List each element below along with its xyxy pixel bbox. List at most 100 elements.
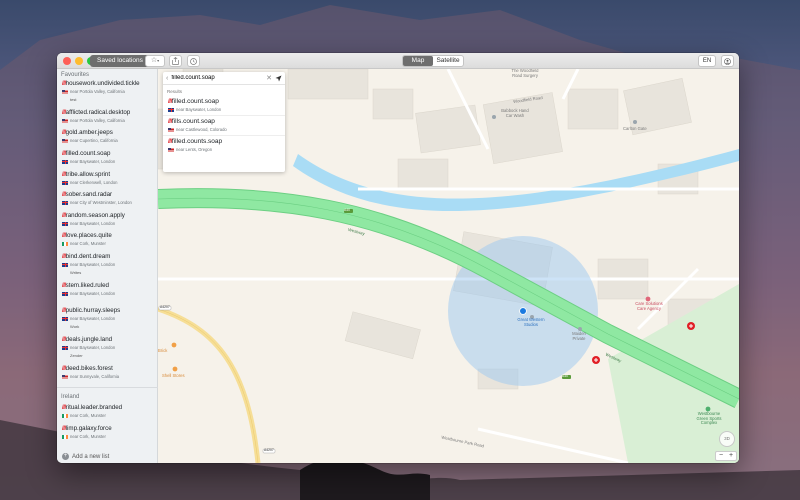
address-text: housework.undivided.tickle [65,80,140,87]
search-result[interactable]: ///filled.counts.soap near Lents, Oregon [163,136,285,155]
uk-flag-icon [62,180,68,185]
zoom-out-button[interactable]: − [716,452,726,460]
address-text: random.season.apply [65,212,125,219]
near-text: near Bayswater, London [70,159,116,164]
list-item[interactable]: ///housework.undivided.tickle near Porto… [57,80,158,102]
list-item[interactable]: ///public.hurray.sleeps near Bayswater, … [57,307,158,329]
near-text: near Bayswater, London [70,262,116,267]
search-result[interactable]: ///fills.count.soap near Castlewood, Col… [163,116,285,136]
note-text: Writes [70,270,82,275]
saved-locations-sidebar: Favourites ///housework.undivided.tickle… [57,69,158,463]
section-divider [57,387,158,388]
list-item[interactable]: ///random.season.apply near Bayswater, L… [57,212,158,226]
near-text: near Bayswater, London [70,221,116,226]
uk-flag-icon [62,316,68,321]
results-label: Results [167,89,183,94]
poi-label-brick: Brick [158,348,168,353]
us-flag-icon [62,138,68,143]
uk-flag-icon [62,291,68,296]
clear-icon[interactable]: ✕ [266,74,272,82]
plus-icon: + [62,453,69,460]
list-item[interactable]: ///deals.jungle.land near Bayswater, Lon… [57,336,158,358]
list-item[interactable]: ///filled.count.soap near Bayswater, Lon… [57,150,158,164]
address-text: deed.bikes.forest [65,365,113,372]
tab-satellite[interactable]: Satellite [433,56,463,66]
back-icon[interactable]: ‹ [166,75,168,82]
account-button[interactable] [721,55,734,67]
note-text: test [70,97,77,102]
address-text: stem.liked.ruled [65,282,110,289]
list-item[interactable]: ///bind.dent.dream near Bayswater, Londo… [57,253,158,275]
road-shield-a4207: A4207 [264,448,274,452]
address-text: tribe.allow.sprint [65,171,111,178]
list-item[interactable]: ///sober.sand.radar near City of Westmin… [57,191,158,205]
search-result[interactable]: ///filled.count.soap near Bayswater, Lon… [163,96,285,116]
us-flag-icon [62,118,68,123]
saved-locations-button[interactable]: Saved locations [90,55,150,67]
chevron-down-icon: ▾ [157,58,160,63]
near-text: near Cork, Munster [70,413,106,418]
near-text: near City of Westminster, London [70,200,132,205]
poi-label-shell: Shell Stores [162,373,185,378]
near-text: near Bayswater, London [70,291,116,296]
list-item[interactable]: ///love.places.quite near Cork, Munster [57,232,158,246]
zoom-in-button[interactable]: + [726,452,736,460]
road-shield-a40: A40 [562,374,569,378]
list-item[interactable]: ///gold.amber.jeeps near Cupertino, Cali… [57,129,158,143]
view-mode-segmented-control: Map Satellite [402,55,464,67]
near-text: near Cork, Munster [70,434,106,439]
clock-button[interactable] [187,55,200,67]
address-text: sober.sand.radar [65,191,113,198]
near-text: near Bayswater, London [176,107,222,112]
close-window-button[interactable] [63,57,71,65]
title-bar: Saved locations ☆▾ Map Satellite EN [57,53,739,69]
us-flag-icon [168,147,174,152]
ireland-flag-icon [62,413,68,418]
list-item[interactable]: ///stem.liked.ruled near Bayswater, Lond… [57,282,158,296]
near-text: near Lents, Oregon [176,147,213,152]
near-text: near Cupertino, California [70,138,118,143]
list-item[interactable]: ///tribe.allow.sprint near Clerkenwell, … [57,171,158,185]
list-item[interactable]: ///ritual.leader.branded near Cork, Muns… [57,404,158,418]
us-flag-icon [62,89,68,94]
near-text: near Bayswater, London [70,316,116,321]
tab-map[interactable]: Map [403,56,433,66]
poi-label-care-agency: Care Solutions Care Agency [635,301,663,311]
poi-label-maiden: Maiden Private [572,331,586,341]
address-text: gold.amber.jeeps [65,129,113,136]
road-shield-a4207: A4207 [160,305,170,309]
app-window: Saved locations ☆▾ Map Satellite EN Favo… [57,53,739,463]
user-icon [724,57,731,65]
uk-flag-icon [168,107,174,112]
uk-flag-icon [62,345,68,350]
compass-3d-button[interactable]: 3D [719,431,735,447]
near-text: near Bayswater, London [70,345,116,350]
address-text: limp.galaxy.force [65,425,112,432]
add-list-label: Add a new list [72,453,110,460]
list-item[interactable]: ///afflicted.radical.desktop near Portol… [57,109,158,123]
road-shield-a40: A40 [344,208,351,212]
share-icon [172,57,179,65]
address-text: ritual.leader.branded [65,404,123,411]
search-input[interactable] [171,75,264,81]
poi-label-car-wash: Babbock Hand Car Wash [501,108,529,118]
clock-icon [190,57,197,65]
uk-flag-icon [62,159,68,164]
list-item[interactable]: ///deed.bikes.forest near Sunnyvale, Cal… [57,365,158,379]
location-arrow-icon[interactable] [275,75,282,82]
list-item[interactable]: ///limp.galaxy.force near Cork, Munster [57,425,158,439]
address-text: filled.count.soap [65,150,111,157]
near-text: near Sunnyvale, California [70,374,120,379]
near-text: near Clerkenwell, London [70,180,118,185]
near-text: near Castlewood, Colorado [176,127,227,132]
address-text: deals.jungle.land [65,336,113,343]
us-flag-icon [168,127,174,132]
share-button[interactable] [169,55,182,67]
add-new-list-button[interactable]: + Add a new list [62,453,109,460]
star-menu-button[interactable]: ☆▾ [145,55,165,67]
near-text: near Portola Valley, California [70,89,125,94]
address-text: fills.count.soap [171,118,215,125]
language-button[interactable]: EN [698,55,716,67]
note-text: Work [70,324,80,329]
minimize-window-button[interactable] [75,57,83,65]
